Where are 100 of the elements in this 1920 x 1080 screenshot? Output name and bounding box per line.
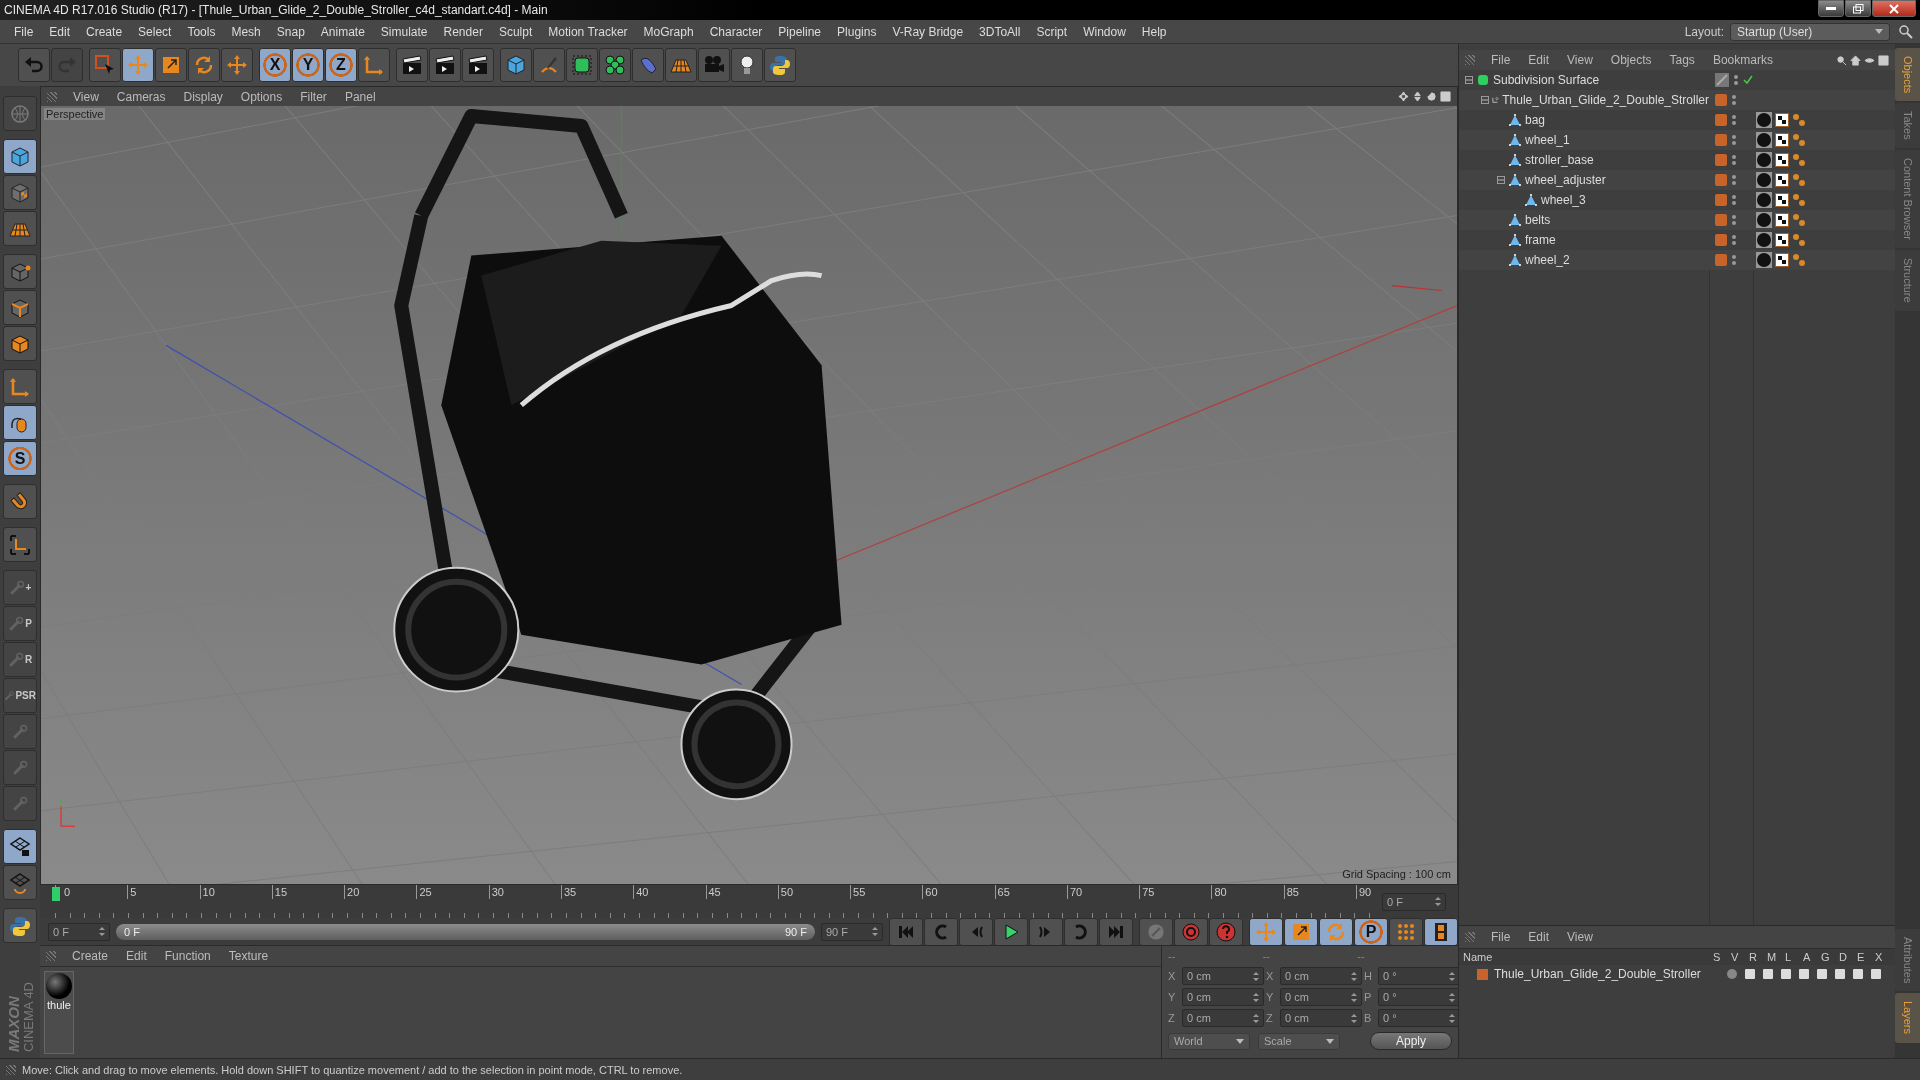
help-button[interactable] bbox=[1209, 917, 1243, 946]
magnet-button[interactable] bbox=[3, 484, 37, 519]
checker-tag-icon[interactable] bbox=[1775, 193, 1789, 207]
axis-toggle-button[interactable]: X bbox=[259, 48, 291, 82]
spinner-icon[interactable] bbox=[1449, 971, 1455, 981]
spinner-icon[interactable] bbox=[1351, 992, 1357, 1002]
layer-color-swatch[interactable] bbox=[1715, 134, 1727, 146]
undo-button[interactable] bbox=[18, 48, 50, 82]
menu-item[interactable]: Simulate bbox=[372, 24, 436, 39]
axis-toggle-button[interactable]: P bbox=[1354, 917, 1388, 946]
uvw-tag-icon[interactable] bbox=[1792, 193, 1806, 207]
cube-button[interactable] bbox=[3, 139, 37, 174]
restore-button[interactable] bbox=[1845, 0, 1871, 17]
material-tag-icon[interactable] bbox=[1756, 172, 1772, 188]
menu-item[interactable]: Pipeline bbox=[770, 24, 830, 39]
checkmark-icon[interactable] bbox=[1743, 75, 1753, 85]
checker-tag-icon[interactable] bbox=[1775, 213, 1789, 227]
viewport-menu-item[interactable]: View bbox=[65, 89, 107, 104]
viewport-menu-item[interactable]: Options bbox=[232, 89, 291, 104]
visibility-dots-icon[interactable] bbox=[1731, 233, 1737, 247]
dolly-icon[interactable] bbox=[1412, 91, 1423, 102]
material-tag-icon[interactable] bbox=[1756, 132, 1772, 148]
points-button[interactable] bbox=[3, 254, 37, 289]
subdivision-button[interactable] bbox=[566, 48, 598, 82]
layout-toggle-icon[interactable] bbox=[1440, 91, 1451, 102]
material-menu-item[interactable]: Function bbox=[156, 949, 219, 963]
spinner-icon[interactable] bbox=[1449, 992, 1455, 1002]
side-tab[interactable]: Takes bbox=[1895, 103, 1920, 149]
menu-item[interactable]: Motion Tracker bbox=[540, 24, 636, 39]
object-name[interactable]: wheel_1 bbox=[1525, 133, 1570, 147]
side-tab[interactable]: Objects bbox=[1895, 48, 1920, 102]
polygons-button[interactable] bbox=[3, 326, 37, 361]
uvw-tag-icon[interactable] bbox=[1792, 153, 1806, 167]
dots-button[interactable] bbox=[1389, 917, 1423, 946]
rotate-button[interactable] bbox=[1319, 917, 1353, 946]
expand-toggle[interactable] bbox=[1465, 76, 1473, 84]
menu-item[interactable]: Snap bbox=[268, 24, 313, 39]
checker-cube-button[interactable] bbox=[3, 175, 37, 210]
coordinate-field[interactable]: 0 cm bbox=[1280, 967, 1362, 985]
object-menu-item[interactable]: Objects bbox=[1602, 53, 1660, 67]
uvw-tag-icon[interactable] bbox=[1792, 233, 1806, 247]
move-button[interactable] bbox=[1249, 917, 1283, 946]
object-name[interactable]: bag bbox=[1525, 113, 1546, 127]
coordinate-field[interactable]: 0 cm bbox=[1280, 988, 1362, 1006]
cross-button[interactable] bbox=[221, 48, 253, 82]
axis-toggle-button[interactable]: S bbox=[3, 441, 37, 476]
coordinate-field[interactable]: 0 ° bbox=[1378, 967, 1460, 985]
object-name[interactable]: frame bbox=[1525, 233, 1556, 247]
pen-button[interactable] bbox=[533, 48, 565, 82]
move-view-icon[interactable] bbox=[1398, 91, 1409, 102]
search-icon[interactable] bbox=[1898, 23, 1914, 40]
viewport-menu-item[interactable]: Panel bbox=[336, 89, 384, 104]
layer-color-swatch[interactable] bbox=[1715, 234, 1727, 246]
layer-color-swatch[interactable] bbox=[1715, 194, 1727, 206]
layer-color-swatch[interactable] bbox=[1715, 254, 1727, 266]
material-tag-icon[interactable] bbox=[1756, 252, 1772, 268]
object-menu-item[interactable]: Tags bbox=[1661, 53, 1703, 67]
python-button[interactable] bbox=[764, 48, 796, 82]
spinner-icon[interactable] bbox=[1253, 992, 1259, 1002]
cloner-button[interactable] bbox=[599, 48, 631, 82]
coordinate-field[interactable]: 0 cm bbox=[1182, 1009, 1264, 1027]
coordinate-field[interactable]: 0 ° bbox=[1378, 988, 1460, 1006]
object-name[interactable]: wheel_2 bbox=[1525, 253, 1570, 267]
visibility-dots-icon[interactable] bbox=[1731, 93, 1737, 107]
spinner-icon[interactable] bbox=[1435, 897, 1441, 906]
clapper-button[interactable] bbox=[396, 48, 428, 82]
coordinate-field[interactable]: 0 cm bbox=[1182, 988, 1264, 1006]
scale-button[interactable] bbox=[155, 48, 187, 82]
viewport-menu-item[interactable]: Filter bbox=[292, 89, 335, 104]
python-button[interactable] bbox=[3, 908, 37, 943]
checker-tag-icon[interactable] bbox=[1775, 253, 1789, 267]
grid-lock-button[interactable] bbox=[3, 829, 37, 864]
next-key-button[interactable] bbox=[1064, 917, 1098, 946]
visibility-dots-icon[interactable] bbox=[1731, 213, 1737, 227]
visibility-dots-icon[interactable] bbox=[1733, 73, 1739, 87]
move-button[interactable] bbox=[122, 48, 154, 82]
select-button[interactable] bbox=[89, 48, 121, 82]
layer-color-swatch[interactable] bbox=[1715, 94, 1727, 106]
uvw-tag-icon[interactable] bbox=[1792, 253, 1806, 267]
end-frame-field[interactable]: 90 F bbox=[821, 922, 883, 941]
spinner-icon[interactable] bbox=[1253, 971, 1259, 981]
current-frame-field[interactable]: 0 F bbox=[1382, 892, 1446, 911]
side-tab[interactable]: Content Browser bbox=[1895, 150, 1920, 248]
cube-button[interactable] bbox=[500, 48, 532, 82]
coordinate-mode-dropdown[interactable]: World bbox=[1168, 1032, 1250, 1050]
coordinate-field[interactable]: 0 cm bbox=[1280, 1009, 1362, 1027]
menu-item[interactable]: Script bbox=[1028, 24, 1076, 39]
scale-button[interactable] bbox=[1284, 917, 1318, 946]
new-window-icon[interactable] bbox=[1878, 54, 1889, 66]
close-button[interactable] bbox=[1872, 0, 1916, 17]
layer-color-swatch[interactable] bbox=[1477, 968, 1488, 980]
material-menu-item[interactable]: Create bbox=[64, 949, 117, 963]
spinner-icon[interactable] bbox=[1449, 1013, 1455, 1023]
enable-toggle-icon[interactable] bbox=[1715, 73, 1729, 87]
uvw-tag-icon[interactable] bbox=[1792, 133, 1806, 147]
checker-tag-icon[interactable] bbox=[1775, 133, 1789, 147]
coords-button[interactable] bbox=[358, 48, 390, 82]
object-name[interactable]: belts bbox=[1525, 213, 1551, 227]
viewport-canvas[interactable]: Perspective Grid Spacing : 100 cm bbox=[41, 106, 1457, 884]
axis-toggle-button[interactable]: Z bbox=[325, 48, 357, 82]
